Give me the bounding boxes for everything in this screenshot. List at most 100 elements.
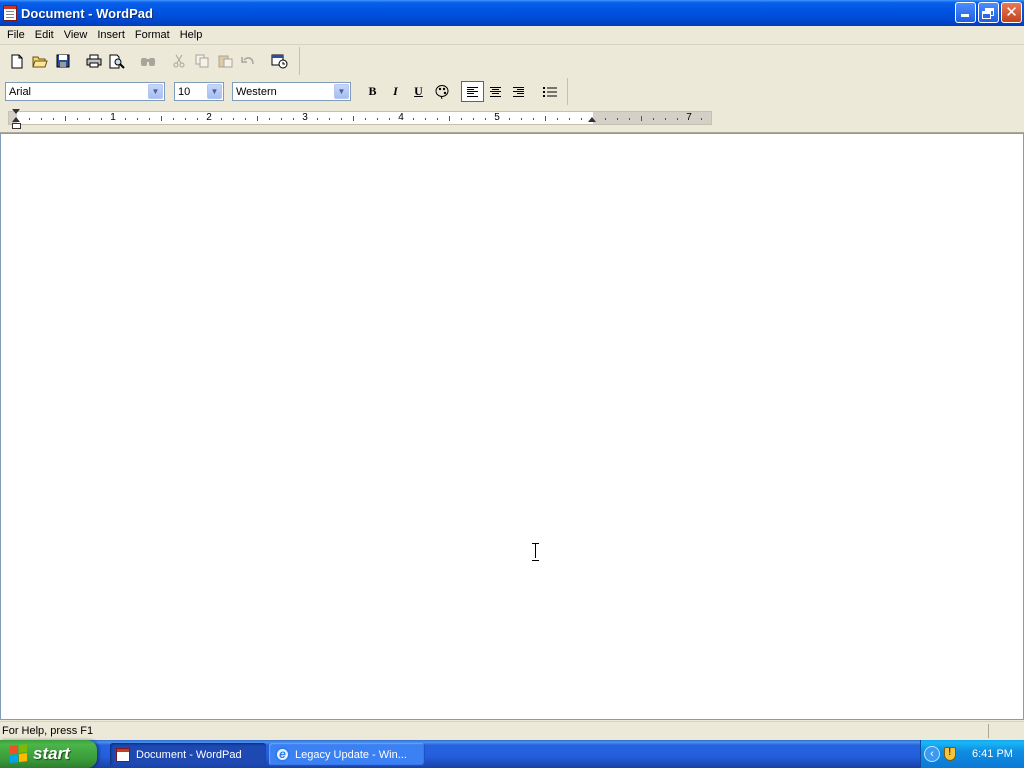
menu-view[interactable]: View [59,27,93,44]
bullets-button[interactable] [538,81,561,102]
new-button[interactable] [6,50,28,72]
ruler-tick [365,118,366,120]
ruler-area: 1 2 3 4 5 7 [0,107,1024,133]
taskbar-item-legacy-update[interactable]: e Legacy Update - Win... [269,743,425,766]
clock[interactable]: 6:41 PM [972,748,1013,760]
color-palette-icon [435,85,448,99]
first-line-indent-marker[interactable] [12,109,20,114]
ruler-tick [173,118,174,120]
chevron-down-icon[interactable]: ▼ [334,84,349,99]
ruler-tick [77,118,78,120]
menu-format[interactable]: Format [130,27,175,44]
paste-icon [218,55,232,68]
menu-insert[interactable]: Insert [92,27,130,44]
italic-button[interactable]: I [384,81,407,102]
taskbar-item-label: Legacy Update - Win... [295,748,407,761]
ruler-tick [257,116,258,121]
ruler-number: 7 [686,112,692,123]
align-right-icon [513,86,524,97]
security-shield-icon[interactable] [944,747,956,761]
menu-help[interactable]: Help [175,27,208,44]
save-button[interactable] [52,50,74,72]
paste-button[interactable] [214,50,236,72]
print-button[interactable] [83,50,105,72]
find-icon [141,58,155,66]
system-tray: ‹ 6:41 PM [920,740,1024,768]
ruler-tick [137,118,138,120]
bold-button[interactable]: B [361,81,384,102]
ruler-tick [617,118,618,120]
print-preview-button[interactable] [106,50,128,72]
restore-button[interactable] [978,2,999,23]
ruler-tick [665,118,666,120]
taskbar: start Document - WordPad e Legacy Update… [0,740,1024,768]
ruler-tick [521,118,522,120]
start-label: start [33,744,70,763]
ruler-tick [449,116,450,121]
ruler-tick [125,118,126,120]
standard-toolbar [0,47,300,75]
show-hidden-icons-icon[interactable]: ‹ [924,746,940,762]
ruler-tick [245,118,246,120]
ruler-tick [377,118,378,120]
ruler-tick [53,118,54,120]
start-button[interactable]: start [0,740,97,768]
wordpad-icon[interactable] [3,5,17,21]
align-left-button[interactable] [461,81,484,102]
cut-icon [173,54,185,68]
find-button[interactable] [137,50,159,72]
minimize-button[interactable] [955,2,976,23]
ruler-tick [317,118,318,120]
chevron-down-icon[interactable]: ▼ [148,84,163,99]
menu-edit[interactable]: Edit [30,27,59,44]
ruler-tick [413,118,414,120]
chevron-down-icon[interactable]: ▼ [207,84,222,99]
ruler-tick [437,118,438,120]
ruler-number: 2 [206,112,212,123]
document-editor[interactable] [0,133,1024,720]
font-size-value: 10 [178,85,191,98]
copy-button[interactable] [191,50,213,72]
print-preview-icon [109,54,125,69]
ruler[interactable]: 1 2 3 4 5 7 [8,111,712,125]
ruler-tick [65,116,66,121]
ruler-tick [389,118,390,120]
undo-button[interactable] [237,50,259,72]
window-title: Document - WordPad [21,5,153,21]
ruler-tick [197,118,198,120]
taskbar-item-label: Document - WordPad [136,748,242,761]
date-time-button[interactable] [268,50,290,72]
right-indent-marker[interactable] [588,117,596,122]
ruler-tick [545,116,546,121]
internet-explorer-icon: e [275,747,290,762]
ruler-tick [533,118,534,120]
left-margin-marker[interactable] [12,123,21,129]
align-center-button[interactable] [484,81,507,102]
menu-file[interactable]: File [2,27,30,44]
ruler-tick [269,118,270,120]
window-controls: ✕ [955,2,1022,23]
ruler-tick [473,118,474,120]
ruler-tick [281,118,282,120]
print-icon [86,54,102,68]
minimize-icon [961,14,969,17]
font-size-combo[interactable]: 10 ▼ [174,82,224,101]
underline-button[interactable]: U [407,81,430,102]
status-bar: For Help, press F1 [0,721,1024,740]
ruler-tick [605,118,606,120]
windows-logo-icon [10,744,28,764]
save-icon [56,54,70,68]
taskbar-item-wordpad[interactable]: Document - WordPad [110,743,266,766]
left-indent-marker[interactable] [12,117,20,122]
script-combo[interactable]: Western ▼ [232,82,351,101]
ruler-tick [293,118,294,120]
cut-button[interactable] [168,50,190,72]
open-button[interactable] [29,50,51,72]
title-bar[interactable]: Document - WordPad ✕ [0,0,1024,26]
ruler-tick [29,118,30,120]
font-combo[interactable]: Arial ▼ [5,82,165,101]
color-button[interactable] [430,81,453,102]
align-right-button[interactable] [507,81,530,102]
close-button[interactable]: ✕ [1001,2,1022,23]
ruler-tick [101,118,102,120]
